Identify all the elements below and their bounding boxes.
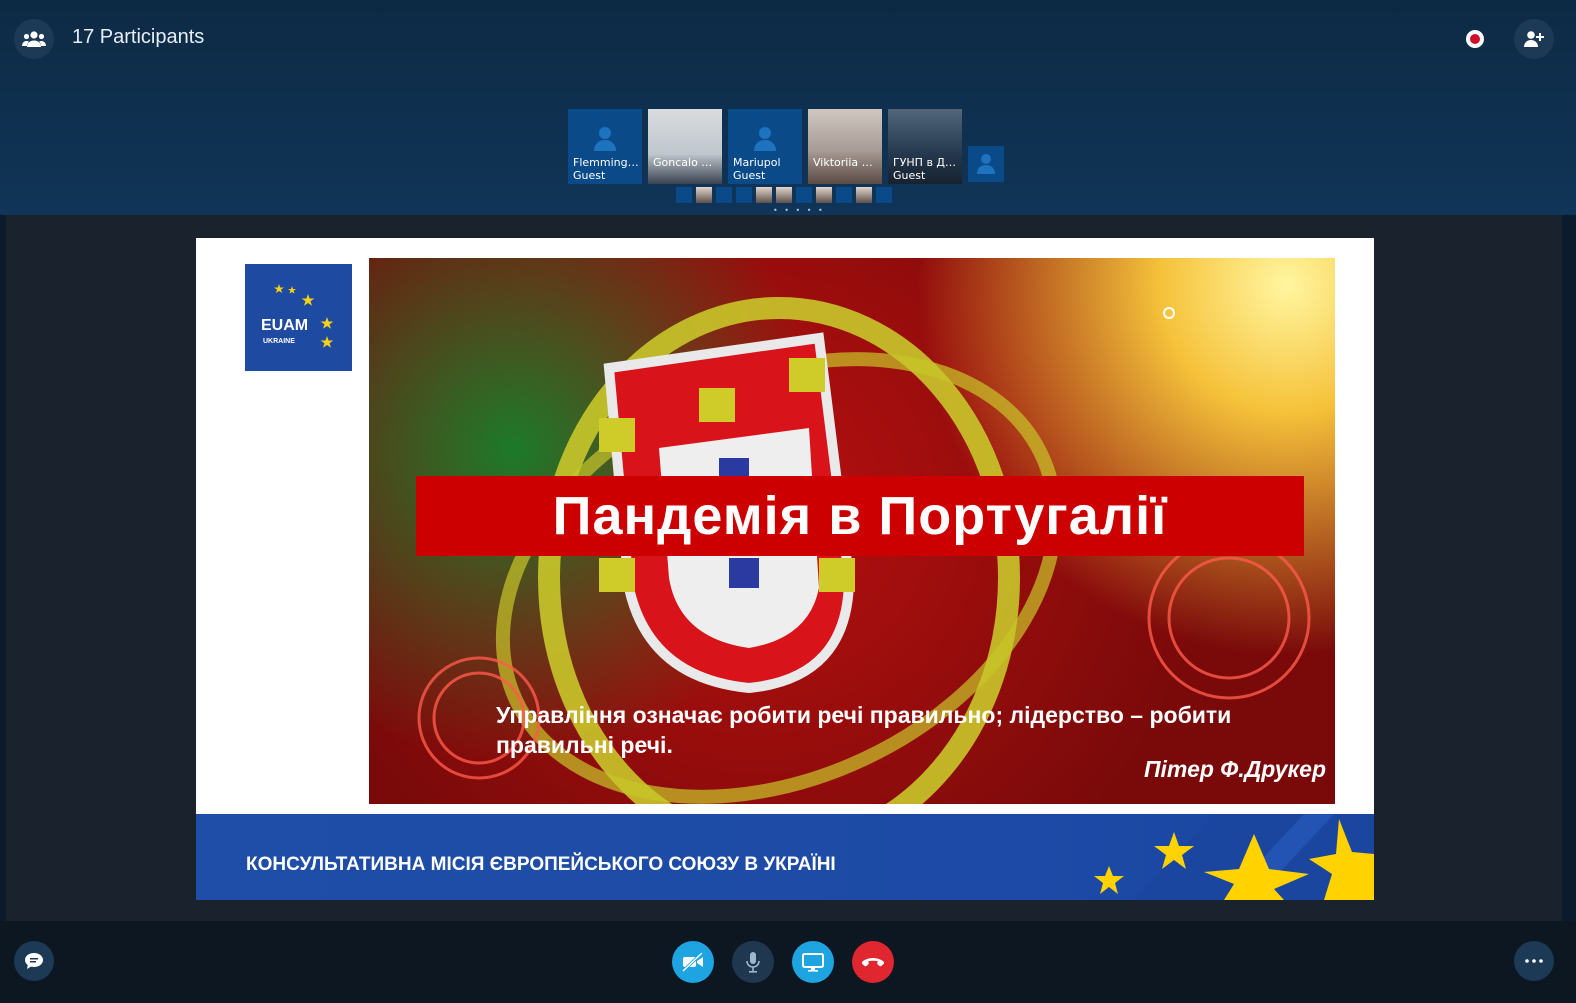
participant-thumb[interactable] — [696, 187, 712, 203]
participant-thumb[interactable] — [736, 187, 752, 203]
share-screen-button[interactable] — [792, 941, 834, 983]
logo-text: EUAM — [261, 317, 309, 334]
participant-thumb[interactable] — [816, 187, 832, 203]
more-options-button[interactable] — [1514, 941, 1554, 981]
avatar-icon — [594, 127, 616, 151]
slide-title-banner: Пандемія в Португалії — [416, 476, 1304, 556]
participant-tile[interactable]: Mariupol Guest — [728, 109, 802, 184]
participant-name: Mariupol — [733, 156, 781, 169]
avatar-icon — [977, 154, 995, 174]
chat-button[interactable] — [14, 941, 54, 981]
euam-logo: EUAM UKRAINE — [245, 264, 352, 371]
participant-tile[interactable]: Viktoriia S… — [808, 109, 882, 184]
participant-name: Viktoriia S… — [813, 156, 879, 169]
microphone-icon — [746, 952, 760, 973]
slide-hero-image: Пандемія в Португалії Управління означає… — [369, 258, 1335, 804]
participant-strip — [676, 187, 892, 203]
participant-tile[interactable]: Flemming… Guest — [568, 109, 642, 184]
participant-thumb[interactable] — [716, 187, 732, 203]
pagination-dots[interactable]: • • • • • — [773, 206, 825, 215]
participant-thumb[interactable] — [876, 187, 892, 203]
slide-quote-author: Пітер Ф.Друкер — [1143, 756, 1326, 782]
participants-count: 17 Participants — [72, 26, 205, 48]
participant-role: Guest — [893, 169, 926, 182]
presentation-slide: EUAM UKRAINE Пандемія в Португалії Управ… — [196, 238, 1374, 900]
participant-role: Guest — [573, 169, 606, 182]
video-off-button[interactable] — [672, 941, 714, 983]
participant-thumb[interactable] — [836, 187, 852, 203]
participant-tile[interactable] — [968, 146, 1004, 182]
mission-name: КОНСУЛЬТАТИВНА МІСІЯ ЄВРОПЕЙСЬКОГО СОЮЗУ… — [246, 854, 836, 875]
participant-thumb[interactable] — [856, 187, 872, 203]
more-dots-icon — [1525, 959, 1543, 963]
chat-icon — [25, 953, 43, 969]
mute-button[interactable] — [732, 941, 774, 983]
participant-thumb[interactable] — [676, 187, 692, 203]
video-off-icon — [681, 952, 704, 972]
avatar-icon — [754, 127, 776, 151]
hang-up-icon — [861, 958, 885, 967]
participant-thumb[interactable] — [796, 187, 812, 203]
call-header: 17 Participants Flemming… Guest Goncalo … — [0, 0, 1576, 215]
participant-role: Guest — [733, 169, 766, 182]
participant-thumb[interactable] — [776, 187, 792, 203]
participant-tiles: Flemming… Guest Goncalo C… Mariupol Gues… — [568, 109, 1004, 184]
recording-indicator-icon — [1466, 30, 1484, 48]
eu-flag-stars-icon — [1094, 814, 1374, 900]
participant-name: Goncalo C… — [653, 156, 719, 169]
end-call-button[interactable] — [852, 941, 894, 983]
logo-subtext: UKRAINE — [263, 338, 295, 345]
participant-thumb[interactable] — [756, 187, 772, 203]
participant-tile[interactable]: Goncalo C… — [648, 109, 722, 184]
call-controls-bar — [0, 921, 1576, 1003]
slide-quote: Управління означає робити речі правильно… — [496, 702, 1232, 758]
screen-share-icon — [802, 953, 824, 972]
slide-footer: КОНСУЛЬТАТИВНА МІСІЯ ЄВРОПЕЙСЬКОГО СОЮЗУ… — [196, 814, 1374, 900]
people-icon — [22, 31, 46, 47]
participants-button[interactable] — [14, 19, 54, 59]
slide-title: Пандемія в Португалії — [552, 486, 1168, 546]
participant-tile[interactable]: ГУНП в До… Guest — [888, 109, 962, 184]
participant-name: ГУНП в До… — [893, 156, 959, 169]
add-person-icon — [1524, 31, 1544, 47]
participant-name: Flemming… — [573, 156, 639, 169]
add-participant-button[interactable] — [1514, 19, 1554, 59]
